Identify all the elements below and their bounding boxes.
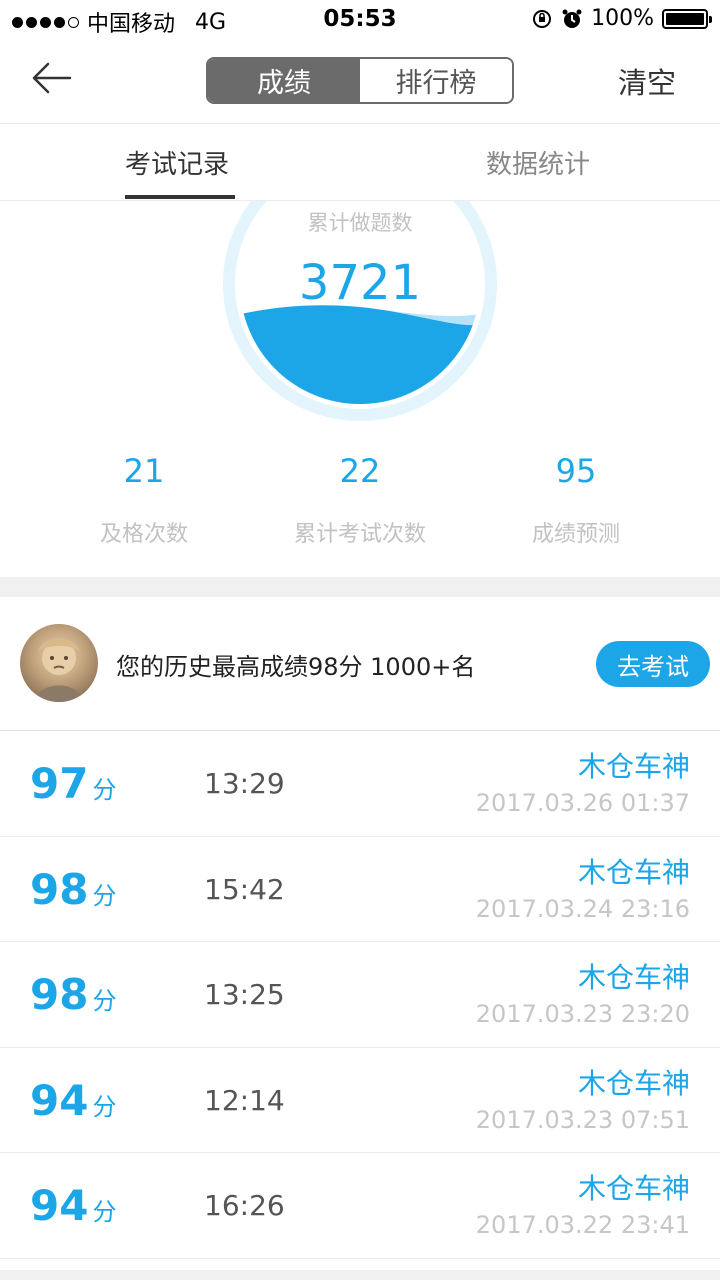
battery-percent: 100% [591,6,654,31]
stat-pass-count: 21 及格次数 [24,452,264,548]
list-item[interactable]: 98 分 15:42 木仓车神 2017.03.24 23:16 [0,837,720,942]
best-score-row: 您的历史最高成绩98分 1000+名 去考试 [0,597,720,731]
record-date: 2017.03.24 23:16 [475,894,690,923]
record-score: 98 分 [30,970,117,1019]
segment-control: 成绩 排行榜 [206,57,514,104]
record-duration: 15:42 [204,872,285,906]
record-duration: 13:25 [204,978,285,1011]
record-username: 木仓车神 [577,1172,690,1205]
back-arrow-icon[interactable] [30,58,74,98]
go-exam-button[interactable]: 去考试 [596,641,710,687]
status-right: 100% [531,6,712,31]
nav-bar: 成绩 排行榜 清空 [0,40,720,124]
exam-records-list: 97 分 13:29 木仓车神 2017.03.26 01:37 98 分 15:4… [0,731,720,1259]
stat-value: 21 [123,452,165,490]
battery-icon [662,8,712,29]
record-duration: 16:26 [204,1189,285,1222]
stat-exam-count: 22 累计考试次数 [240,452,480,548]
segment-scores[interactable]: 成绩 [208,59,360,102]
record-score: 97 分 [30,759,117,808]
record-date: 2017.03.23 23:20 [475,1000,690,1028]
stat-label: 成绩预测 [531,522,620,547]
stat-value: 22 [339,452,381,490]
bottom-divider [0,1270,720,1280]
status-bar: 中国移动 4G 05:53 100% [0,0,720,40]
stat-label: 累计考试次数 [293,522,426,547]
clear-button[interactable]: 清空 [618,60,676,102]
record-score: 94 分 [30,1181,117,1230]
avatar[interactable] [20,624,98,702]
segment-ranking[interactable]: 排行榜 [360,59,512,102]
record-date: 2017.03.23 07:51 [475,1105,690,1134]
tab-exam-records[interactable]: 考试记录 [125,144,229,181]
list-item[interactable]: 97 分 13:29 木仓车神 2017.03.26 01:37 [0,731,720,837]
alarm-icon [562,9,582,28]
record-username: 木仓车神 [577,750,690,783]
record-date: 2017.03.26 01:37 [475,789,690,817]
record-username: 木仓车神 [577,1066,690,1100]
sub-tabs: 考试记录 数据统计 [0,124,720,201]
list-item[interactable]: 94 分 16:26 木仓车神 2017.03.22 23:41 [0,1153,720,1259]
record-date: 2017.03.22 23:41 [475,1211,690,1239]
gauge-title: 累计做题数 [307,211,413,235]
record-score: 94 分 [30,1075,117,1125]
rotation-lock-icon [533,9,552,28]
tab-data-statistics[interactable]: 数据统计 [486,144,590,181]
record-username: 木仓车神 [577,855,690,889]
record-score: 98 分 [30,864,117,914]
record-duration: 13:29 [204,767,285,800]
gauge-value: 3721 [298,255,422,311]
list-item[interactable]: 94 分 12:14 木仓车神 2017.03.23 07:51 [0,1048,720,1153]
stat-label: 及格次数 [99,522,188,547]
stat-score-prediction: 95 成绩预测 [456,452,696,548]
list-item[interactable]: 98 分 13:25 木仓车神 2017.03.23 23:20 [0,942,720,1048]
record-duration: 12:14 [204,1083,285,1117]
active-tab-indicator [125,195,235,199]
best-score-text: 您的历史最高成绩98分 1000+名 [116,653,476,681]
stat-value: 95 [555,452,597,490]
section-divider [0,577,720,597]
record-username: 木仓车神 [577,961,690,994]
